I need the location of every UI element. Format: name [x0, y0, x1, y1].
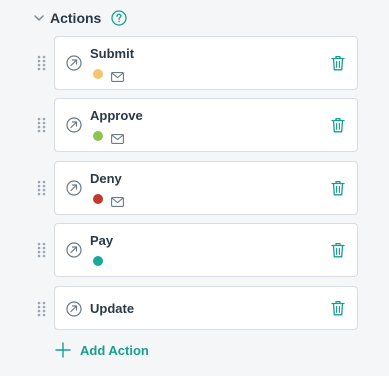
trash-icon[interactable]: [331, 242, 345, 258]
action-meta: [93, 68, 124, 82]
arrow-circle-icon: [66, 301, 82, 317]
trash-icon[interactable]: [331, 180, 345, 196]
arrow-circle-icon: [66, 117, 82, 133]
trash-icon[interactable]: [331, 300, 345, 316]
action-name: Submit: [90, 46, 135, 61]
action-card[interactable]: Pay: [54, 223, 358, 277]
trash-icon[interactable]: [331, 117, 345, 133]
action-card[interactable]: Submit: [54, 36, 358, 90]
action-row: Update: [0, 286, 389, 340]
drag-handle-icon[interactable]: [37, 180, 47, 196]
drag-handle-icon[interactable]: [37, 55, 47, 71]
drag-handle-icon[interactable]: [37, 117, 47, 133]
action-name: Update: [90, 301, 135, 316]
arrow-circle-icon: [66, 55, 82, 71]
section-title: Actions: [50, 10, 102, 26]
action-name: Deny: [90, 171, 122, 186]
action-name: Pay: [90, 233, 114, 248]
status-dot: [93, 256, 103, 266]
arrow-circle-icon: [66, 180, 82, 196]
action-row: Submit: [0, 36, 389, 90]
add-action-button[interactable]: Add Action: [55, 342, 149, 358]
action-meta: [93, 193, 124, 207]
action-card[interactable]: Update: [54, 286, 358, 330]
status-dot: [93, 194, 103, 204]
section-header: Actions: [32, 6, 127, 30]
drag-handle-icon[interactable]: [37, 242, 47, 258]
action-meta: [93, 130, 124, 144]
action-row: Approve: [0, 98, 389, 152]
chevron-down-icon[interactable]: [32, 11, 46, 25]
mail-icon: [111, 194, 124, 207]
action-card[interactable]: Deny: [54, 161, 358, 215]
mail-icon: [111, 69, 124, 82]
help-circle-icon[interactable]: [111, 10, 127, 26]
action-meta: [93, 255, 103, 267]
drag-handle-icon[interactable]: [37, 301, 47, 317]
action-name: Approve: [90, 108, 143, 123]
status-dot: [93, 131, 103, 141]
status-dot: [93, 69, 103, 79]
action-card[interactable]: Approve: [54, 98, 358, 152]
mail-icon: [111, 131, 124, 144]
actions-panel: Actions Submit Approve Deny Pay Update A…: [0, 0, 389, 376]
plus-icon: [55, 342, 71, 358]
action-row: Pay: [0, 223, 389, 277]
arrow-circle-icon: [66, 242, 82, 258]
action-row: Deny: [0, 161, 389, 215]
trash-icon[interactable]: [331, 55, 345, 71]
add-action-label: Add Action: [80, 342, 149, 358]
